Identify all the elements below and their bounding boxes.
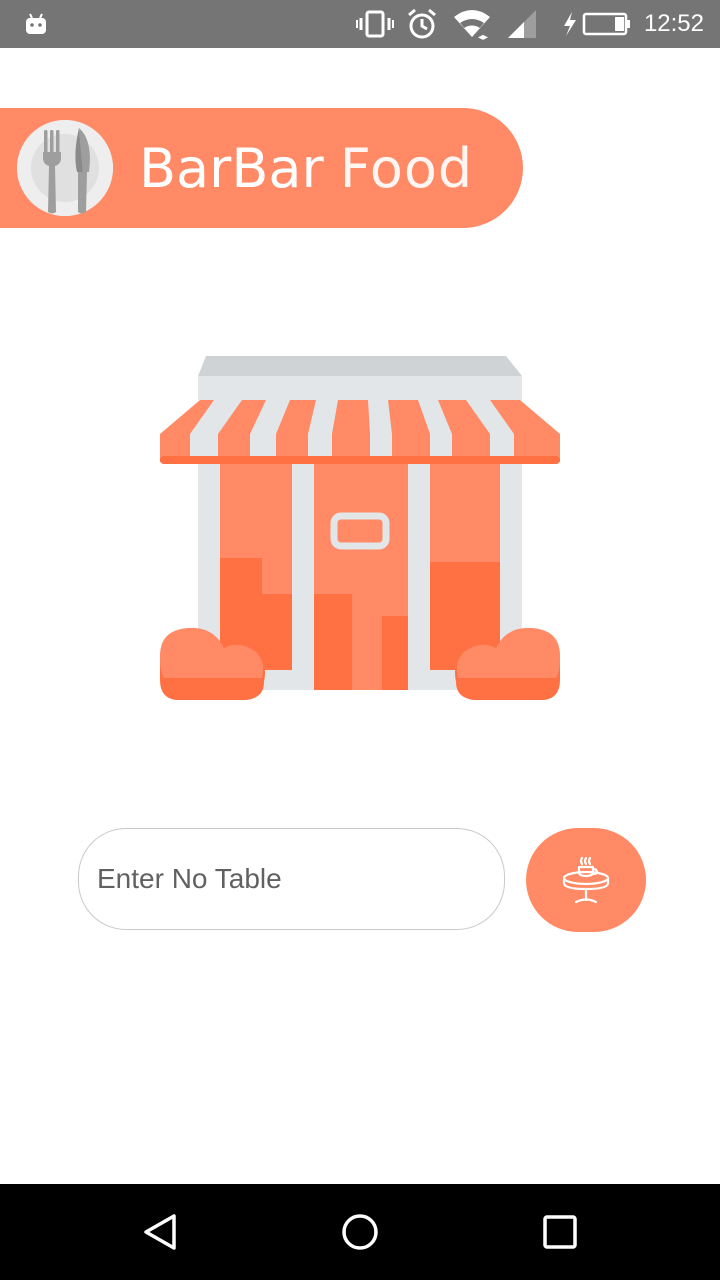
- submit-table-button[interactable]: [526, 828, 646, 932]
- status-time: 12:52: [643, 10, 704, 37]
- brand-name-light: Food: [339, 136, 474, 200]
- table-coffee-icon: [560, 854, 612, 906]
- brand-title: BarBar Food: [139, 136, 474, 200]
- android-icon: [24, 0, 48, 48]
- table-number-input[interactable]: [78, 828, 505, 930]
- recents-icon[interactable]: [512, 1184, 608, 1280]
- store-icon: [156, 350, 564, 706]
- svg-text:◂▸: ◂▸: [478, 32, 488, 41]
- alarm-icon: [406, 0, 438, 48]
- wifi-icon: ◂▸: [452, 0, 492, 48]
- vibrate-icon: [356, 0, 394, 48]
- brand-name-bold: BarBar: [139, 136, 324, 200]
- back-icon[interactable]: [112, 1184, 208, 1280]
- battery-charging-icon: [562, 0, 632, 48]
- fork-knife-plate-icon: [17, 120, 113, 216]
- home-icon[interactable]: [312, 1184, 408, 1280]
- brand-header: BarBar Food: [0, 108, 523, 228]
- status-bar: ◂▸ 12:52: [0, 0, 720, 48]
- signal-icon: [506, 0, 538, 48]
- navigation-bar: [0, 1184, 720, 1280]
